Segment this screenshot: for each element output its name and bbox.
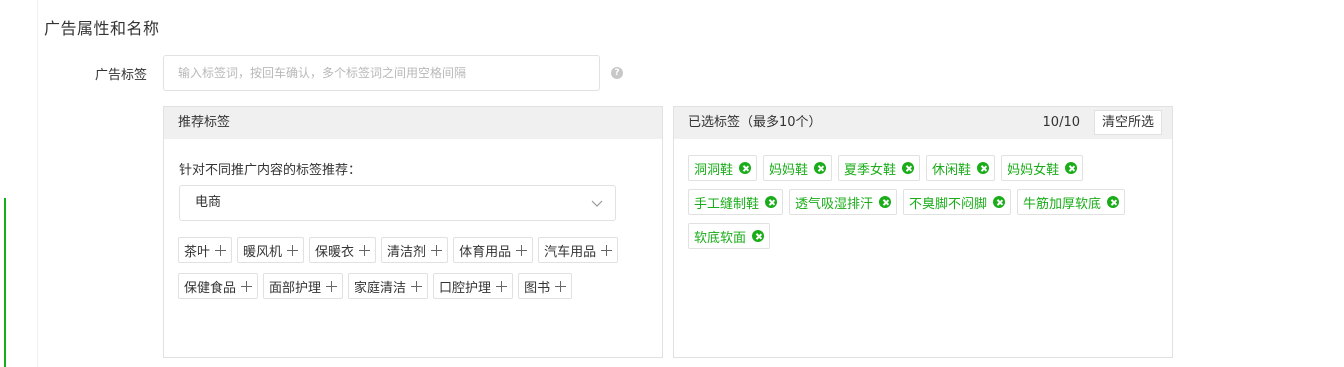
ad-tags-input[interactable]	[163, 55, 600, 91]
plus-icon	[516, 244, 528, 256]
section-title: 广告属性和名称	[44, 19, 160, 38]
recommended-tag-list: 茶叶 暖风机 保暖衣 清洁剂 体育用品 汽车用品 保健食品 面部护理 家庭清洁 …	[178, 237, 648, 299]
question-circle-icon[interactable]: ?	[611, 67, 623, 79]
selected-tag: 牛筋加厚软底	[1017, 189, 1126, 215]
plus-icon	[287, 244, 299, 256]
recommended-tag[interactable]: 家庭清洁	[348, 273, 429, 299]
recommended-tags-panel: 推荐标签 针对不同推广内容的标签推荐： 电商 茶叶 暖风机 保暖衣 清洁剂 体育…	[163, 106, 663, 358]
remove-tag-icon[interactable]	[752, 230, 765, 242]
remove-tag-icon[interactable]	[977, 162, 990, 174]
selected-tags-panel: 已选标签（最多10个） 10/10 清空所选 洞洞鞋 妈妈鞋 夏季女鞋 休闲鞋 …	[673, 106, 1173, 358]
selected-tag: 不臭脚不闷脚	[903, 189, 1012, 215]
left-rail	[0, 0, 38, 367]
recommended-tag[interactable]: 清洁剂	[381, 237, 449, 263]
ad-tags-label: 广告标签	[95, 68, 148, 83]
plus-icon	[215, 244, 227, 256]
recommended-subtitle: 针对不同推广内容的标签推荐：	[179, 163, 362, 178]
recommended-tag[interactable]: 面部护理	[263, 273, 344, 299]
plus-icon	[555, 280, 567, 292]
selected-tag: 透气吸湿排汗	[789, 189, 898, 215]
remove-tag-icon[interactable]	[765, 196, 778, 208]
selected-tag: 洞洞鞋	[688, 155, 758, 181]
plus-icon	[431, 244, 443, 256]
clear-selected-button[interactable]: 清空所选	[1093, 110, 1162, 135]
selected-tag: 休闲鞋	[926, 155, 996, 181]
recommended-tag[interactable]: 暖风机	[237, 237, 305, 263]
chevron-down-icon	[591, 200, 603, 207]
recommended-tag[interactable]: 体育用品	[453, 237, 534, 263]
selected-tag: 妈妈女鞋	[1001, 155, 1084, 181]
plus-icon	[241, 280, 253, 292]
plus-icon	[601, 244, 613, 256]
category-select-value: 电商	[195, 195, 222, 210]
selected-tag: 软底软面	[688, 223, 771, 249]
left-rail-accent	[4, 198, 6, 367]
recommended-tag[interactable]: 汽车用品	[538, 237, 619, 263]
remove-tag-icon[interactable]	[1107, 196, 1120, 208]
selected-tag: 妈妈鞋	[763, 155, 833, 181]
selected-tags-title: 已选标签（最多10个）	[688, 115, 822, 130]
remove-tag-icon[interactable]	[879, 196, 892, 208]
plus-icon	[496, 280, 508, 292]
selected-tags-header: 已选标签（最多10个） 10/10 清空所选	[674, 107, 1172, 139]
recommended-tag[interactable]: 图书	[518, 273, 573, 299]
selected-tag-list: 洞洞鞋 妈妈鞋 夏季女鞋 休闲鞋 妈妈女鞋 手工缝制鞋 透气吸湿排汗 不臭脚不闷…	[688, 155, 1158, 249]
plus-icon	[411, 280, 423, 292]
recommended-tag[interactable]: 保暖衣	[309, 237, 377, 263]
selected-tag: 手工缝制鞋	[688, 189, 784, 215]
remove-tag-icon[interactable]	[814, 162, 827, 174]
remove-tag-icon[interactable]	[739, 162, 752, 174]
plus-icon	[359, 244, 371, 256]
remove-tag-icon[interactable]	[902, 162, 915, 174]
recommended-tags-header: 推荐标签	[164, 107, 662, 139]
remove-tag-icon[interactable]	[1065, 162, 1078, 174]
selected-count: 10/10	[1042, 115, 1080, 130]
recommended-tag[interactable]: 茶叶	[178, 237, 233, 263]
remove-tag-icon[interactable]	[993, 196, 1006, 208]
recommended-tag[interactable]: 口腔护理	[433, 273, 514, 299]
plus-icon	[326, 280, 338, 292]
category-select[interactable]: 电商	[179, 185, 616, 221]
selected-tag: 夏季女鞋	[838, 155, 921, 181]
recommended-tag[interactable]: 保健食品	[178, 273, 259, 299]
